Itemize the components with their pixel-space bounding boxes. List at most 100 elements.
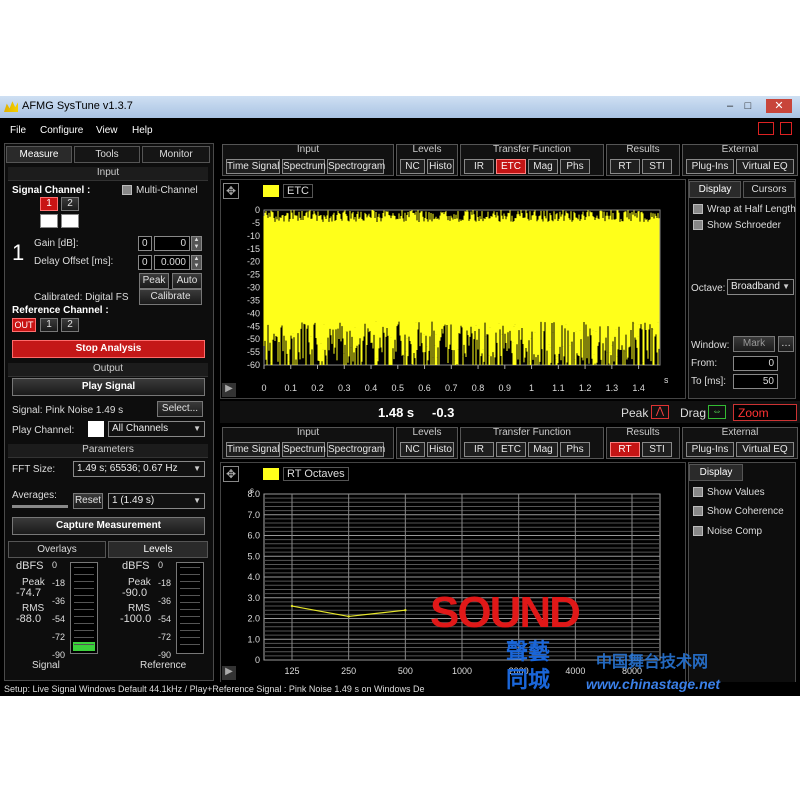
close-icon[interactable]: ✕ [766,99,792,113]
zoom-label: Zoom [738,406,769,420]
menu-configure[interactable]: Configure [40,125,83,136]
move-handle-icon[interactable]: ✥ [223,183,239,199]
bottom-phs-button[interactable]: Phs [560,442,590,457]
bottom-spectrogram-button[interactable]: Spectrogram [327,442,385,457]
show-values-checkbox[interactable] [693,487,703,497]
rt-y-tick: 0 [255,655,260,665]
tab-levels[interactable]: Levels [108,541,208,558]
delay-spinner[interactable]: ▲ ▼ [191,255,202,270]
minimize-icon[interactable]: – [722,99,738,113]
stop-analysis-button[interactable]: Stop Analysis [12,340,205,358]
show-coherence-checkbox[interactable] [693,506,703,516]
top-nc-button[interactable]: NC [400,159,425,174]
window-more-button[interactable]: … [778,336,794,352]
etc-x-tick: 1.3 [606,383,619,393]
top-spectrogram-button[interactable]: Spectrogram [327,159,385,174]
tab-tools[interactable]: Tools [74,146,140,163]
tab-measure[interactable]: Measure [6,146,72,163]
bottom-histo-button[interactable]: Histo [427,442,454,457]
top-mag-button[interactable]: Mag [528,159,558,174]
signal-channel-1-button[interactable]: 1 [40,197,58,211]
reference-out-button[interactable]: OUT [12,318,36,332]
tab-cursors[interactable]: Cursors [743,181,795,198]
meter-segment [180,595,200,596]
tab-overlays[interactable]: Overlays [8,541,106,558]
mark-button[interactable]: Mark [733,336,775,352]
gain-field-a[interactable]: 0 [138,236,152,251]
reference-2-button[interactable]: 2 [61,318,79,332]
bottom-nc-button[interactable]: NC [400,442,425,457]
bottom-mag-button[interactable]: Mag [528,442,558,457]
etc-x-tick: 0.2 [311,383,324,393]
print-icon[interactable] [758,122,774,135]
averages-slider[interactable] [12,505,68,508]
noise-comp-checkbox[interactable] [693,526,703,536]
signal-rms-value: -88.0 [16,613,42,625]
top-plug-ins-button[interactable]: Plug-Ins [686,159,734,174]
bottom-etc-button[interactable]: ETC [496,442,526,457]
bottom-group-external: External Plug-Ins Virtual EQ [682,427,798,459]
top-etc-button[interactable]: ETC [496,159,526,174]
select-signal-button[interactable]: Select... [157,401,203,417]
to-label: To [ms]: [691,376,727,387]
fft-size-select[interactable]: 1.49 s; 65536; 0.67 Hz [73,461,205,477]
bottom-plug-ins-button[interactable]: Plug-Ins [686,442,734,457]
menu-file[interactable]: File [10,125,26,136]
top-virtual-eq-button[interactable]: Virtual EQ [736,159,794,174]
tab-monitor[interactable]: Monitor [142,146,210,163]
delay-field-a[interactable]: 0 [138,255,152,270]
top-sti-button[interactable]: STI [642,159,672,174]
delay-offset-field[interactable]: 0.000 [154,255,190,270]
etc-x-tick: 1.2 [579,383,592,393]
top-histo-button[interactable]: Histo [427,159,454,174]
peak-button[interactable]: Peak [139,273,169,289]
maximize-icon[interactable]: □ [740,99,756,113]
top-spectrum-button[interactable]: Spectrum [282,159,326,174]
tab-rt-display[interactable]: Display [689,464,743,481]
play-channel-select[interactable]: All Channels [108,421,205,437]
play-signal-button[interactable]: Play Signal [12,378,205,396]
capture-measurement-button[interactable]: Capture Measurement [12,517,205,535]
gain-spinner[interactable]: ▲ ▼ [191,236,202,251]
auto-button[interactable]: Auto [172,273,202,289]
top-ir-button[interactable]: IR [464,159,494,174]
reference-rms-value: -100.0 [120,613,152,625]
zoom-button[interactable]: Zoom [733,404,797,421]
cursor-time-value: 1.48 s [378,405,415,420]
save-icon[interactable] [780,122,792,135]
show-schroeder-checkbox[interactable] [693,220,703,230]
top-rt-button[interactable]: RT [610,159,640,174]
bottom-ir-button[interactable]: IR [464,442,494,457]
multi-channel-checkbox[interactable] [122,185,132,195]
menu-help[interactable]: Help [132,125,153,136]
gain-field[interactable]: 0 [154,236,190,251]
top-time-signal-button[interactable]: Time Signal [226,159,280,174]
averages-select[interactable]: 1 (1.49 s) [108,493,205,509]
play-cursor-icon[interactable]: ▶ [222,383,236,397]
signal-level-meter [70,562,98,654]
reference-1-button[interactable]: 1 [40,318,58,332]
etc-x-tick: 0.7 [445,383,458,393]
top-group-label: External [721,144,759,155]
bottom-sti-button[interactable]: STI [642,442,672,457]
meter-segment [74,637,94,638]
drag-icon[interactable]: ⇔ [708,405,726,419]
wrap-half-length-checkbox[interactable] [693,204,703,214]
calibrate-button[interactable]: Calibrate [139,289,202,305]
bottom-spectrum-button[interactable]: Spectrum [282,442,326,457]
rt-move-handle-icon[interactable]: ✥ [223,466,239,482]
bottom-time-signal-button[interactable]: Time Signal [226,442,280,457]
rt-play-cursor-icon[interactable]: ▶ [222,666,236,680]
to-field[interactable]: 50 [733,374,778,389]
tab-display[interactable]: Display [689,181,741,198]
bottom-virtual-eq-button[interactable]: Virtual EQ [736,442,794,457]
bottom-group-label: Input [296,427,320,438]
menu-view[interactable]: View [96,125,118,136]
top-phs-button[interactable]: Phs [560,159,590,174]
bottom-rt-button[interactable]: RT [610,442,640,457]
peak-icon[interactable]: ⋀ [651,405,669,419]
from-field[interactable]: 0 [733,356,778,371]
signal-channel-2-button[interactable]: 2 [61,197,79,211]
reset-button[interactable]: Reset [73,493,103,509]
octave-select[interactable]: Broadband [727,279,794,295]
